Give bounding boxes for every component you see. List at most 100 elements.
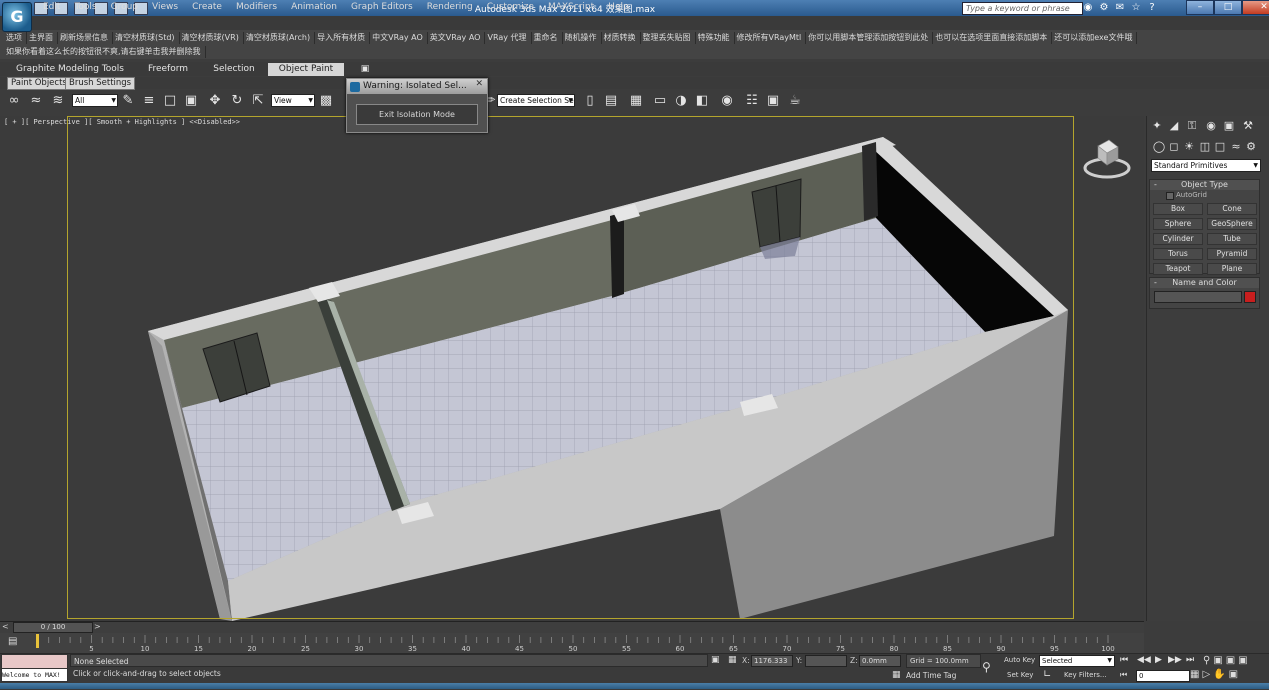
script-button-note-0[interactable]: 如果你看着这么长的按钮很不爽,请右键单击我并删除我 — [4, 46, 206, 58]
script-button-0[interactable]: 选项 — [4, 31, 27, 44]
viewport-label-menu[interactable]: [ + ][ Perspective ][ Smooth + Highlight… — [4, 118, 240, 126]
cone-button[interactable]: Cone — [1207, 203, 1257, 215]
absolute-mode-icon[interactable]: ▦ — [728, 655, 737, 665]
display-tab-icon[interactable]: ▣ — [1222, 119, 1236, 132]
menu-views[interactable]: Views — [145, 1, 185, 13]
add-time-tag-button[interactable]: Add Time Tag — [906, 671, 956, 680]
script-button-12[interactable]: 材质转换 — [602, 31, 641, 44]
key-mode-toggle-icon[interactable]: ⏮ — [1120, 670, 1127, 680]
script-button-10[interactable]: 重命名 — [532, 31, 563, 44]
next-frame-icon[interactable]: ▶▶ — [1168, 655, 1182, 665]
minimize-button[interactable]: – — [1186, 0, 1214, 15]
systems-icon[interactable]: ⚙ — [1244, 140, 1258, 153]
lock-selection-icon[interactable]: ▣ — [711, 655, 720, 665]
maximize-button[interactable]: □ — [1214, 0, 1242, 15]
menu-graph-editors[interactable]: Graph Editors — [344, 1, 420, 13]
maxscript-mini-listener[interactable] — [1, 654, 68, 669]
current-frame-marker[interactable] — [36, 634, 39, 648]
app-menu-button[interactable]: G — [2, 2, 32, 32]
selection-filter-dropdown[interactable]: All — [72, 94, 118, 107]
tab-selection[interactable]: Selection — [204, 63, 264, 76]
script-button-15[interactable]: 修改所有VRayMtl — [735, 31, 807, 44]
move-icon[interactable]: ✥ — [207, 93, 223, 109]
box-button[interactable]: Box — [1153, 203, 1203, 215]
go-to-end-icon[interactable]: ⏭ — [1186, 655, 1194, 665]
layer-manager-icon[interactable]: ▦ — [628, 93, 644, 109]
key-mode-dropdown[interactable]: Selected — [1039, 655, 1115, 667]
next-frame-arrow-icon[interactable]: > — [94, 622, 101, 631]
align-icon[interactable]: ▤ — [603, 93, 619, 109]
prev-frame-arrow-icon[interactable]: < — [2, 622, 9, 631]
script-button-3[interactable]: 清空材质球(Std) — [113, 31, 180, 44]
menu-group[interactable]: Group — [104, 1, 145, 13]
time-tag-icon[interactable]: ▦ — [892, 670, 901, 680]
spacewarps-icon[interactable]: ≈ — [1229, 140, 1243, 153]
communication-icon[interactable]: ✉ — [1114, 1, 1126, 14]
x-coordinate-field[interactable]: 1176.333 — [751, 655, 793, 667]
render-setup-icon[interactable]: ☷ — [744, 93, 760, 109]
script-button-7[interactable]: 中文VRay AO — [370, 31, 428, 44]
object-name-input[interactable] — [1154, 291, 1242, 303]
cylinder-button[interactable]: Cylinder — [1153, 233, 1203, 245]
viewport-nav-icons-2[interactable]: ▦▷✋▣ — [1190, 669, 1241, 680]
favorites-icon[interactable]: ☆ — [1130, 1, 1142, 14]
schematic-view-icon[interactable]: ◧ — [694, 93, 710, 109]
script-button-11[interactable]: 随机操作 — [563, 31, 602, 44]
primitive-type-dropdown[interactable]: Standard Primitives — [1151, 159, 1261, 172]
set-key-button[interactable]: Set Key — [1007, 671, 1033, 679]
dialog-close-button[interactable]: ✕ — [475, 79, 483, 89]
rectangle-selection-icon[interactable]: □ — [162, 93, 178, 109]
bind-spacewarp-icon[interactable]: ≋ — [50, 93, 66, 109]
mirror-icon[interactable]: ▯ — [582, 93, 598, 109]
geosphere-button[interactable]: GeoSphere — [1207, 218, 1257, 230]
maxscript-listener-output[interactable]: Welcome to MAX! — [1, 668, 68, 682]
utilities-tab-icon[interactable]: ⚒ — [1241, 119, 1255, 132]
curve-editor-icon[interactable]: ◑ — [673, 93, 689, 109]
go-to-start-icon[interactable]: ⏮ — [1120, 655, 1128, 665]
y-coordinate-field[interactable] — [805, 655, 847, 667]
name-and-color-title[interactable]: Name and Color — [1150, 278, 1259, 288]
torus-button[interactable]: Torus — [1153, 248, 1203, 260]
menu-tools[interactable]: Tools — [67, 1, 103, 13]
menu-animation[interactable]: Animation — [284, 1, 344, 13]
cameras-icon[interactable]: ◫ — [1198, 140, 1212, 153]
subscription-icon[interactable]: ⚙ — [1098, 1, 1110, 14]
named-selection-set-dropdown[interactable]: Create Selection Se — [497, 94, 575, 107]
key-filters-button[interactable]: Key Filters... — [1064, 671, 1107, 679]
z-coordinate-field[interactable]: 0.0mm — [859, 655, 901, 667]
dialog-title-bar[interactable]: Warning: Isolated Sel... — [347, 79, 487, 94]
teapot-button[interactable]: Teapot — [1153, 263, 1203, 275]
script-button-1[interactable]: 主界面 — [27, 31, 58, 44]
select-object-icon[interactable]: ✎ — [120, 93, 136, 109]
script-button-9[interactable]: VRay 代理 — [485, 31, 532, 44]
hierarchy-tab-icon[interactable]: ⚿ — [1185, 119, 1199, 132]
graphite-toggle-icon[interactable]: ▭ — [652, 93, 668, 109]
modify-tab-icon[interactable]: ◢ — [1167, 119, 1181, 132]
subtab-paint-objects[interactable]: Paint Objects — [7, 77, 71, 90]
helpers-icon[interactable]: □ — [1213, 140, 1227, 153]
script-button-13[interactable]: 整理丢失贴图 — [641, 31, 696, 44]
tab-freeform[interactable]: Freeform — [138, 63, 198, 76]
plane-button[interactable]: Plane — [1207, 263, 1257, 275]
help-icon[interactable]: ? — [1146, 1, 1158, 14]
script-button-8[interactable]: 英文VRay AO — [428, 31, 486, 44]
scale-icon[interactable]: ⇱ — [250, 93, 266, 109]
auto-key-button[interactable]: Auto Key — [1004, 656, 1035, 664]
script-button-14[interactable]: 特殊功能 — [696, 31, 735, 44]
play-icon[interactable]: ▶ — [1155, 655, 1162, 665]
link-icon[interactable]: ∞ — [6, 93, 22, 109]
subtab-brush-settings[interactable]: Brush Settings — [65, 77, 136, 90]
script-button-17[interactable]: 也可以在选项里面直接添加脚本 — [933, 31, 1053, 44]
key-icon[interactable]: ⚲ — [982, 660, 991, 674]
sphere-button[interactable]: Sphere — [1153, 218, 1203, 230]
unlink-icon[interactable]: ≈ — [28, 93, 44, 109]
previous-frame-icon[interactable]: ◀◀ — [1137, 655, 1151, 665]
rotate-icon[interactable]: ↻ — [229, 93, 245, 109]
time-slider-thumb[interactable]: 0 / 100 — [13, 622, 93, 633]
exit-isolation-mode-button[interactable]: Exit Isolation Mode — [356, 104, 478, 125]
ribbon-minimize-icon[interactable]: ▣ — [356, 63, 374, 76]
menu-edit[interactable]: Edit — [36, 1, 67, 13]
select-by-name-icon[interactable]: ≡ — [141, 93, 157, 109]
geometry-icon[interactable]: ◯ — [1152, 140, 1166, 153]
script-button-2[interactable]: 刷新场景信息 — [58, 31, 113, 44]
